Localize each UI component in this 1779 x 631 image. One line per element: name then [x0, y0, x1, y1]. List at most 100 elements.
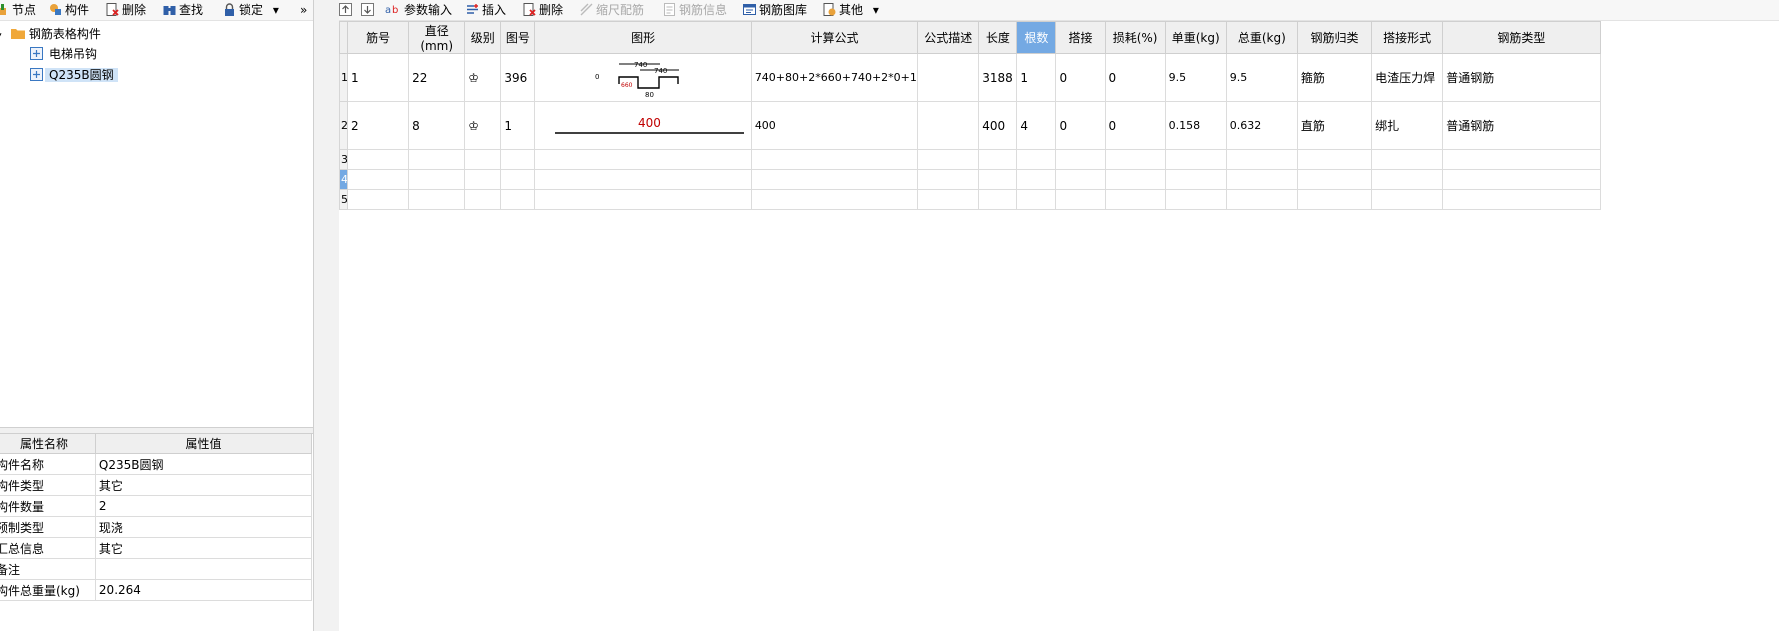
- toolbar-more-button[interactable]: »: [300, 0, 307, 20]
- insert-button[interactable]: 插入: [466, 0, 506, 20]
- table-row[interactable]: 1 1 22 ♔ 396 0 740 740 660 80 740+80+2*6…: [338, 53, 1779, 102]
- rebar-library-button[interactable]: 钢筋图库: [743, 0, 807, 20]
- tree-root[interactable]: ▾ 钢筋表格构件: [0, 24, 101, 44]
- col-header-total-weight[interactable]: 总重(kg): [1225, 21, 1298, 54]
- scale-rebar-button[interactable]: 缩尺配筋: [580, 0, 644, 20]
- property-value[interactable]: 其它: [94, 474, 313, 496]
- cell-fig-no[interactable]: [500, 149, 536, 170]
- row-number[interactable]: 4: [338, 169, 349, 190]
- table-row[interactable]: 2 2 8 ♔ 1 400 400 400 4 0 0 0.158 0.632 …: [338, 101, 1779, 150]
- cell-diameter[interactable]: [408, 169, 466, 190]
- cell-grade[interactable]: [464, 149, 502, 170]
- property-name-header[interactable]: 属性名称: [0, 433, 96, 454]
- cell-fig-no[interactable]: [500, 169, 536, 190]
- cell-lap-form[interactable]: [1371, 149, 1444, 170]
- property-value[interactable]: [94, 558, 313, 580]
- cell-category[interactable]: 箍筋: [1296, 53, 1373, 102]
- cell-bar-no[interactable]: [347, 189, 410, 210]
- cell-lap[interactable]: 0: [1055, 101, 1106, 150]
- col-header-grade[interactable]: 级别: [464, 21, 502, 54]
- cell-shape[interactable]: [534, 149, 752, 170]
- cell-formula[interactable]: 740+80+2*660+740+2*0+14*d: [750, 53, 919, 102]
- cell-grade[interactable]: [464, 189, 502, 210]
- cell-length[interactable]: 3188: [978, 53, 1018, 102]
- col-header-shape[interactable]: 图形: [534, 21, 752, 54]
- cell-shape[interactable]: 0 740 740 660 80: [534, 53, 752, 102]
- cell-total-weight[interactable]: 0.632: [1225, 101, 1298, 150]
- cell-lap[interactable]: [1055, 149, 1106, 170]
- cell-formula-desc[interactable]: [917, 169, 980, 190]
- cell-count[interactable]: 4: [1016, 101, 1057, 150]
- property-value[interactable]: Q235B圆钢: [94, 453, 313, 475]
- cell-lap-form[interactable]: 绑扎: [1371, 101, 1444, 150]
- property-value[interactable]: 20.264: [94, 579, 313, 601]
- row-number[interactable]: 5: [338, 189, 349, 210]
- cell-fig-no[interactable]: 396: [500, 53, 536, 102]
- expand-icon[interactable]: ▾: [0, 26, 5, 46]
- col-header-length[interactable]: 长度: [978, 21, 1018, 54]
- cell-loss[interactable]: [1104, 189, 1166, 210]
- other-menu-button[interactable]: 其他 ▾: [823, 0, 879, 20]
- cell-lap-form[interactable]: [1371, 169, 1444, 190]
- property-value[interactable]: 2: [94, 495, 313, 517]
- property-value[interactable]: 其它: [94, 537, 313, 559]
- col-header-count[interactable]: 根数: [1016, 21, 1057, 54]
- table-row[interactable]: 4: [338, 169, 1779, 190]
- cell-bar-no[interactable]: [347, 169, 410, 190]
- cell-formula-desc[interactable]: [917, 53, 980, 102]
- cell-total-weight[interactable]: [1225, 189, 1298, 210]
- cell-loss[interactable]: [1104, 149, 1166, 170]
- cell-formula-desc[interactable]: [917, 101, 980, 150]
- col-header-diameter[interactable]: 直径(mm): [408, 21, 466, 54]
- cell-count[interactable]: [1016, 189, 1057, 210]
- property-value[interactable]: 现浇: [94, 516, 313, 538]
- col-header-formula[interactable]: 计算公式: [750, 21, 919, 54]
- cell-grade[interactable]: ♔: [464, 53, 502, 102]
- cell-unit-weight[interactable]: 0.158: [1164, 101, 1227, 150]
- component-button[interactable]: 构件: [49, 0, 89, 20]
- cell-loss[interactable]: [1104, 169, 1166, 190]
- cell-lap[interactable]: [1055, 169, 1106, 190]
- cell-rebar-type[interactable]: 普通钢筋: [1442, 101, 1601, 150]
- cell-lap-form[interactable]: [1371, 189, 1444, 210]
- move-up-button[interactable]: [339, 0, 355, 20]
- cell-length[interactable]: [978, 169, 1018, 190]
- delete-row-button[interactable]: 删除: [523, 0, 563, 20]
- cell-bar-no[interactable]: 2: [347, 101, 410, 150]
- node-button[interactable]: 节点: [0, 0, 36, 20]
- rebar-info-button[interactable]: 钢筋信息: [663, 0, 727, 20]
- cell-grade[interactable]: ♔: [464, 101, 502, 150]
- cell-fig-no[interactable]: [500, 189, 536, 210]
- cell-category[interactable]: [1296, 189, 1373, 210]
- cell-shape[interactable]: [534, 189, 752, 210]
- cell-formula-desc[interactable]: [917, 149, 980, 170]
- cell-shape[interactable]: 400: [534, 101, 752, 150]
- lock-button[interactable]: 锁定 ▾: [223, 0, 279, 20]
- cell-grade[interactable]: [464, 169, 502, 190]
- col-header-lap-form[interactable]: 搭接形式: [1371, 21, 1444, 54]
- cell-formula[interactable]: [750, 169, 919, 190]
- cell-rebar-type[interactable]: 普通钢筋: [1442, 53, 1601, 102]
- col-header-fig-no[interactable]: 图号: [500, 21, 536, 54]
- row-number[interactable]: 2: [338, 101, 349, 150]
- cell-diameter[interactable]: [408, 149, 466, 170]
- row-number[interactable]: 3: [338, 149, 349, 170]
- lock-dropdown-arrow[interactable]: ▾: [273, 3, 279, 17]
- col-header-unit-weight[interactable]: 单重(kg): [1164, 21, 1227, 54]
- table-row[interactable]: 3: [338, 149, 1779, 170]
- param-input-button[interactable]: a b 参数输入: [385, 0, 452, 20]
- cell-category[interactable]: 直筋: [1296, 101, 1373, 150]
- cell-diameter[interactable]: 8: [408, 101, 466, 150]
- cell-formula[interactable]: [750, 189, 919, 210]
- cell-diameter[interactable]: 22: [408, 53, 466, 102]
- row-number[interactable]: 1: [338, 53, 349, 102]
- delete-button[interactable]: 删除: [106, 0, 146, 20]
- cell-category[interactable]: [1296, 169, 1373, 190]
- cell-rebar-type[interactable]: [1442, 189, 1601, 210]
- cell-loss[interactable]: 0: [1104, 101, 1166, 150]
- cell-loss[interactable]: 0: [1104, 53, 1166, 102]
- tree-item-elevator-hook[interactable]: 电梯吊钩: [30, 44, 97, 64]
- col-header-bar-no[interactable]: 筋号: [347, 21, 410, 54]
- col-header-lap[interactable]: 搭接: [1055, 21, 1106, 54]
- cell-formula[interactable]: [750, 149, 919, 170]
